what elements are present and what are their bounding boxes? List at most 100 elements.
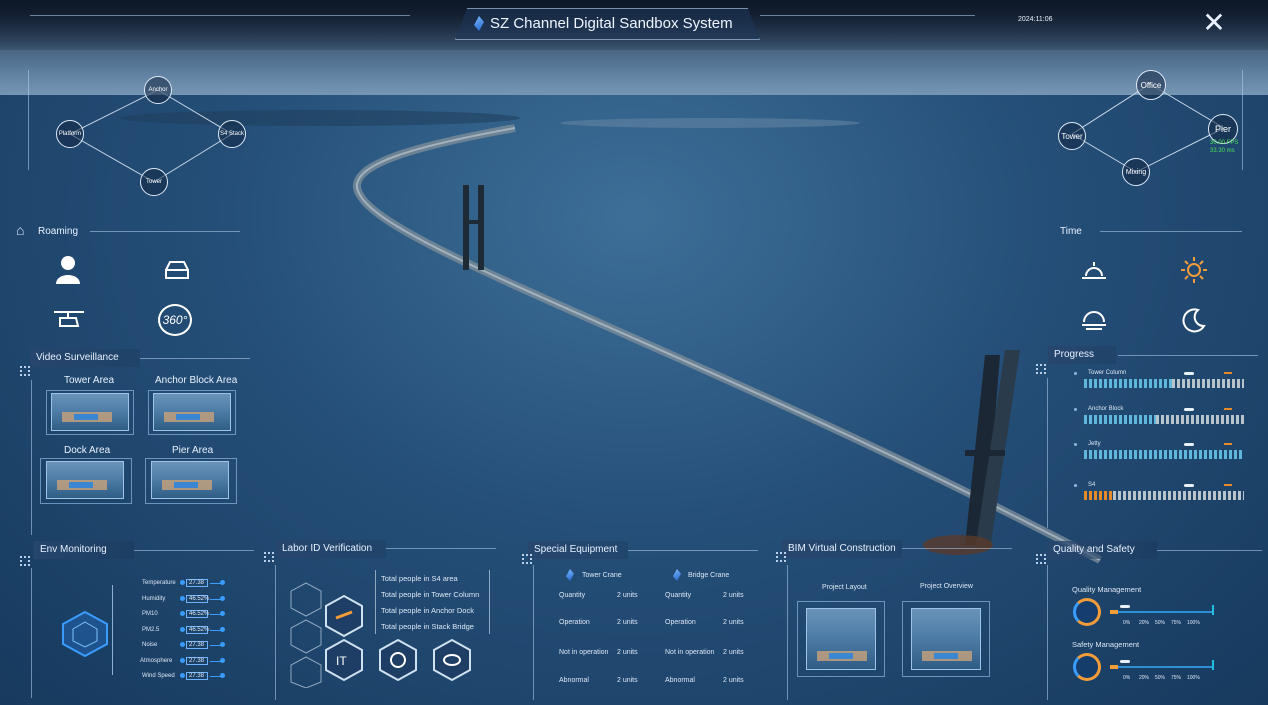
ms-readout: 33.30 ms	[1210, 148, 1235, 154]
env-row-dot	[180, 658, 185, 663]
env-connector-lines	[112, 585, 140, 675]
grid-icon-quality	[1036, 554, 1046, 564]
env-row-value: 46.52%	[186, 610, 209, 618]
env-row-value: 27.38	[186, 579, 208, 587]
helicopter-icon[interactable]	[52, 308, 86, 332]
env-row-end-dot	[220, 658, 225, 663]
sun-icon[interactable]	[1180, 256, 1208, 284]
env-row-dot	[180, 673, 185, 678]
progress-item-label: Tower Column	[1088, 370, 1127, 376]
env-row-value: 27.38	[186, 657, 208, 665]
equip-row-label-left: Quantity	[559, 592, 586, 599]
quality-scale-tick: 75%	[1171, 675, 1182, 681]
time-line	[1100, 231, 1242, 232]
video-thumb-dock[interactable]	[46, 461, 124, 499]
env-row-value: 46.52%	[186, 626, 209, 634]
sunrise-icon[interactable]	[1080, 258, 1108, 282]
grid-icon-equip	[522, 554, 532, 564]
left-frame-line	[28, 70, 29, 170]
nav-node-platform[interactable]: Platform	[56, 120, 84, 148]
env-row-dot	[180, 580, 185, 585]
env-row-label: Humidity	[142, 596, 166, 602]
nav-node-office[interactable]: Office	[1136, 70, 1166, 100]
home-icon: ⌂	[16, 222, 25, 238]
quality-track	[1110, 666, 1212, 668]
progress-handle[interactable]	[1184, 408, 1194, 411]
bim-thumb-layout[interactable]	[806, 608, 876, 670]
quality-scale-tick: 0%	[1123, 620, 1131, 626]
sunset-icon[interactable]	[1080, 306, 1108, 332]
car-icon[interactable]	[162, 256, 192, 282]
env-row-label: Atmosphere	[140, 658, 173, 664]
progress-handle[interactable]	[1184, 484, 1194, 487]
grid-icon-progress	[1036, 364, 1046, 374]
tower-crane-title: Tower Crane	[582, 572, 622, 579]
equip-vline	[533, 565, 534, 700]
moon-icon[interactable]	[1180, 306, 1208, 334]
quality-scale-tick: 20%	[1139, 675, 1150, 681]
quality-fill	[1110, 610, 1118, 614]
close-icon[interactable]: ✕	[1198, 8, 1230, 40]
env-row-label: PM10	[142, 611, 158, 617]
grid-icon-bim	[776, 552, 786, 562]
quality-handle[interactable]	[1120, 660, 1130, 663]
env-row-dot	[180, 627, 185, 632]
nav-node-tower-right[interactable]: Tower	[1058, 122, 1086, 150]
video-vline	[31, 380, 32, 535]
equip-row-value-right: 2 units	[723, 649, 744, 656]
nav-node-anchor[interactable]: Anchor	[144, 76, 172, 104]
progress-bar-remaining	[1113, 491, 1244, 500]
video-area-dock-label: Dock Area	[64, 445, 111, 456]
video-area-tower-label: Tower Area	[64, 375, 115, 386]
video-thumb-pier[interactable]	[151, 461, 229, 499]
equip-row-value-left: 2 units	[617, 677, 638, 684]
progress-bar-remaining	[1156, 415, 1244, 424]
equip-line	[628, 550, 758, 551]
labor-line-item: Total people in Stack Bridge	[381, 622, 474, 631]
video-line	[140, 358, 250, 359]
labor-line-item: Total people in Anchor Dock	[381, 606, 474, 615]
person-icon[interactable]	[54, 254, 82, 284]
quality-item-label: Safety Management	[1072, 640, 1140, 649]
progress-item-label: Jetty	[1088, 441, 1101, 447]
equip-row-label-left: Operation	[559, 619, 590, 626]
nav-node-mixing[interactable]: Mixing	[1122, 158, 1150, 186]
video-thumb-tower[interactable]	[51, 393, 129, 431]
bim-item-layout-label: Project Layout	[822, 584, 867, 591]
progress-dot	[1074, 484, 1077, 487]
progress-handle[interactable]	[1184, 372, 1194, 375]
progress-bar-filled	[1084, 491, 1113, 500]
equip-row-value-left: 2 units	[617, 649, 638, 656]
progress-line	[1118, 355, 1258, 356]
bim-vline	[787, 565, 788, 700]
special-equipment-title: Special Equipment	[528, 541, 628, 559]
bim-line	[902, 548, 1012, 549]
quality-item-label: Quality Management	[1072, 585, 1142, 594]
progress-bar-filled	[1084, 450, 1244, 459]
bim-thumb-overview[interactable]	[911, 608, 981, 670]
env-row-dot	[180, 596, 185, 601]
grid-icon-labor	[264, 552, 274, 562]
quality-scale-tick: 100%	[1187, 675, 1200, 681]
progress-handle[interactable]	[1184, 443, 1194, 446]
fps-readout: 30.00 FPS	[1210, 140, 1239, 146]
360-icon[interactable]: 360°	[158, 304, 192, 336]
progress-dot	[1074, 443, 1077, 446]
labor-line-item: Total people in S4 area	[381, 574, 458, 583]
nav-node-s4-stack[interactable]: S4 Stack	[218, 120, 246, 148]
equip-row-label-right: Quantity	[665, 592, 692, 599]
quality-handle[interactable]	[1120, 605, 1130, 608]
quality-scale-tick: 20%	[1139, 620, 1150, 626]
top-line-left	[30, 15, 410, 16]
grid-icon-env	[20, 556, 30, 566]
video-thumb-anchor[interactable]	[153, 393, 231, 431]
quality-gauge-icon	[1073, 598, 1101, 626]
progress-marker	[1224, 372, 1232, 374]
env-row-dot	[180, 642, 185, 647]
env-row-end-dot	[220, 673, 225, 678]
env-row-value: 27.38	[186, 641, 208, 649]
nav-node-tower-left[interactable]: Tower	[140, 168, 168, 196]
top-line-right	[760, 15, 975, 16]
progress-dot	[1074, 408, 1077, 411]
progress-title: Progress	[1048, 346, 1116, 364]
